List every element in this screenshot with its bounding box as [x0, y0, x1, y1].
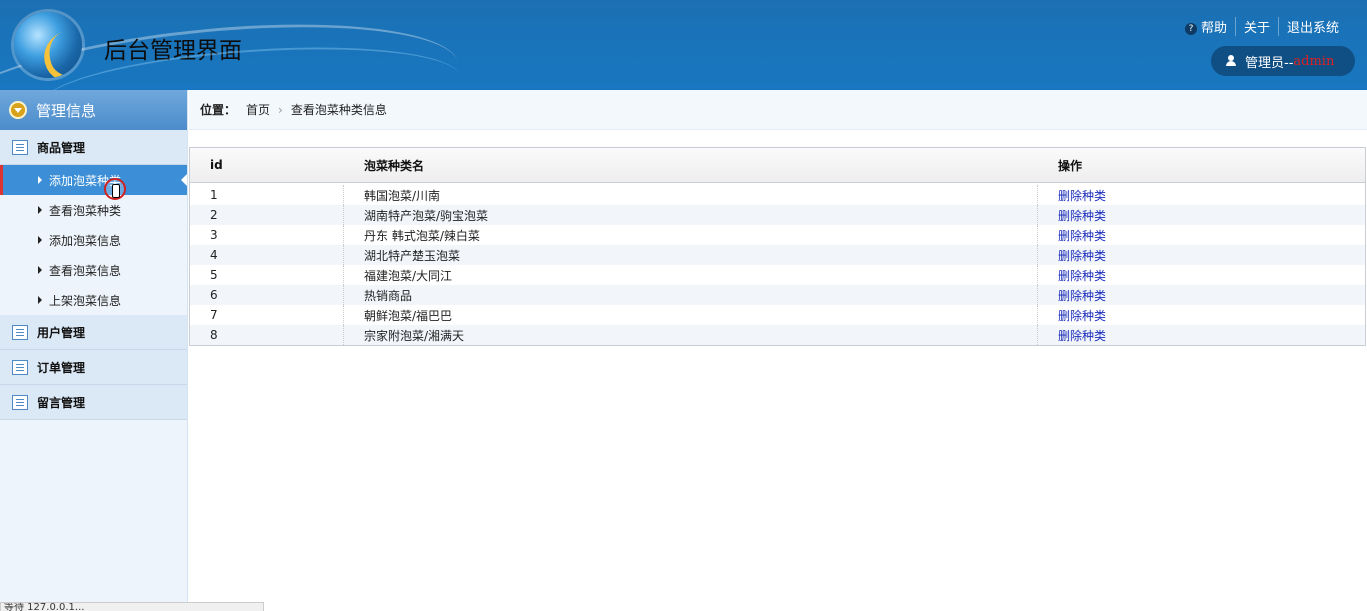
- sidebar: 管理信息 商品管理 添加泡菜种类 查看泡菜种类 添加泡菜信息 查看泡菜信息 上架…: [0, 90, 188, 611]
- delete-category-link[interactable]: 删除种类: [1058, 327, 1106, 344]
- sidebar-group-users[interactable]: 用户管理: [0, 315, 187, 350]
- list-icon: [12, 139, 28, 155]
- cell-name: 福建泡菜/大同江: [344, 265, 1038, 285]
- cell-id: 7: [190, 305, 344, 325]
- chevron-down-icon: [9, 101, 27, 119]
- cell-name: 朝鲜泡菜/福巴巴: [344, 305, 1038, 325]
- hand-cursor-icon: [104, 178, 126, 200]
- cell-name: 湖北特产楚玉泡菜: [344, 245, 1038, 265]
- table-row: 1 韩国泡菜/川南 删除种类: [190, 185, 1365, 205]
- sidebar-group-goods[interactable]: 商品管理: [0, 130, 187, 165]
- user-prefix: 管理员--: [1245, 55, 1294, 71]
- sidebar-item-add-info[interactable]: 添加泡菜信息: [0, 225, 187, 255]
- delete-category-link[interactable]: 删除种类: [1058, 287, 1106, 304]
- cell-id: 3: [190, 225, 344, 245]
- cell-name: 湖南特产泡菜/驹宝泡菜: [344, 205, 1038, 225]
- calendar-icon: [12, 394, 28, 410]
- table-row: 3 丹东 韩式泡菜/辣白菜 删除种类: [190, 225, 1365, 245]
- table-row: 7 朝鲜泡菜/福巴巴 删除种类: [190, 305, 1365, 325]
- cell-id: 2: [190, 205, 344, 225]
- sidebar-group-label: 用户管理: [37, 325, 86, 340]
- sidebar-group-orders[interactable]: 订单管理: [0, 350, 187, 385]
- caret-right-icon: [38, 266, 42, 274]
- delete-category-link[interactable]: 删除种类: [1058, 227, 1106, 244]
- cell-id: 5: [190, 265, 344, 285]
- table-body: 1 韩国泡菜/川南 删除种类 2 湖南特产泡菜/驹宝泡菜 删除种类 3 丹东 韩…: [190, 183, 1365, 345]
- delete-category-link[interactable]: 删除种类: [1058, 267, 1106, 284]
- sidebar-item-label: 添加泡菜信息: [49, 233, 122, 248]
- table-row: 4 湖北特产楚玉泡菜 删除种类: [190, 245, 1365, 265]
- cell-id: 6: [190, 285, 344, 305]
- header-action: 操作: [1058, 158, 1083, 173]
- user-name: admin: [1293, 53, 1335, 69]
- chevron-right-icon: ›: [278, 102, 283, 117]
- table-row: 8 宗家附泡菜/湘满天 删除种类: [190, 325, 1365, 345]
- caret-right-icon: [38, 176, 42, 184]
- table-header: id 泡菜种类名 操作: [190, 148, 1365, 183]
- breadcrumb-label: 位置：: [200, 103, 237, 117]
- caret-right-icon: [38, 296, 42, 304]
- top-links: ? 帮助 关于 退出系统: [1177, 17, 1347, 36]
- sidebar-item-view-category[interactable]: 查看泡菜种类: [0, 195, 187, 225]
- header-name: 泡菜种类名: [364, 158, 425, 173]
- sidebar-item-add-category[interactable]: 添加泡菜种类: [0, 165, 187, 195]
- logo-icon: [14, 12, 82, 78]
- cell-name: 热销商品: [344, 285, 1038, 305]
- caret-right-icon: [38, 236, 42, 244]
- delete-category-link[interactable]: 删除种类: [1058, 247, 1106, 264]
- help-label: 帮助: [1200, 21, 1227, 36]
- logout-link[interactable]: 退出系统: [1277, 17, 1347, 36]
- sidebar-item-label: 查看泡菜种类: [49, 203, 122, 218]
- cell-id: 1: [190, 185, 344, 205]
- sidebar-header[interactable]: 管理信息: [0, 90, 187, 130]
- breadcrumb-home[interactable]: 首页: [246, 101, 270, 118]
- table-row: 6 热销商品 删除种类: [190, 285, 1365, 305]
- sidebar-group-label: 商品管理: [37, 140, 86, 155]
- cell-name: 宗家附泡菜/湘满天: [344, 325, 1038, 345]
- help-link[interactable]: ? 帮助: [1177, 17, 1235, 36]
- table-row: 2 湖南特产泡菜/驹宝泡菜 删除种类: [190, 205, 1365, 225]
- page-title: 后台管理界面: [104, 38, 242, 64]
- caret-right-icon: [38, 206, 42, 214]
- sidebar-header-label: 管理信息: [36, 101, 97, 120]
- breadcrumb: 位置： 首页 › 查看泡菜种类信息: [189, 90, 1367, 130]
- cell-name: 韩国泡菜/川南: [344, 185, 1038, 205]
- calendar-icon: [12, 359, 28, 375]
- user-badge[interactable]: 管理员-- admin: [1211, 46, 1355, 76]
- cell-name: 丹东 韩式泡菜/辣白菜: [344, 225, 1038, 245]
- breadcrumb-current: 查看泡菜种类信息: [290, 103, 387, 117]
- header-id: id: [210, 158, 223, 172]
- user-icon: [1225, 55, 1237, 67]
- calendar-icon: [12, 324, 28, 340]
- sidebar-item-label: 上架泡菜信息: [49, 293, 122, 308]
- cell-id: 4: [190, 245, 344, 265]
- about-link[interactable]: 关于: [1234, 17, 1278, 36]
- sidebar-group-messages[interactable]: 留言管理: [0, 385, 187, 420]
- status-bar: 等待 127.0.0.1...: [0, 602, 264, 611]
- sidebar-group-label: 留言管理: [37, 395, 86, 410]
- sidebar-item-view-info[interactable]: 查看泡菜信息: [0, 255, 187, 285]
- cell-id: 8: [190, 325, 344, 345]
- sidebar-item-publish-info[interactable]: 上架泡菜信息: [0, 285, 187, 315]
- delete-category-link[interactable]: 删除种类: [1058, 207, 1106, 224]
- sidebar-group-label: 订单管理: [37, 360, 86, 375]
- delete-category-link[interactable]: 删除种类: [1058, 187, 1106, 204]
- table-row: 5 福建泡菜/大同江 删除种类: [190, 265, 1365, 285]
- delete-category-link[interactable]: 删除种类: [1058, 307, 1106, 324]
- sidebar-item-label: 查看泡菜信息: [49, 263, 122, 278]
- category-table: id 泡菜种类名 操作 1 韩国泡菜/川南 删除种类 2 湖南特产泡菜/驹宝泡菜…: [189, 147, 1366, 346]
- header-banner: 后台管理界面 ? 帮助 关于 退出系统 管理员-- admin: [0, 0, 1367, 90]
- help-icon: ?: [1184, 22, 1197, 35]
